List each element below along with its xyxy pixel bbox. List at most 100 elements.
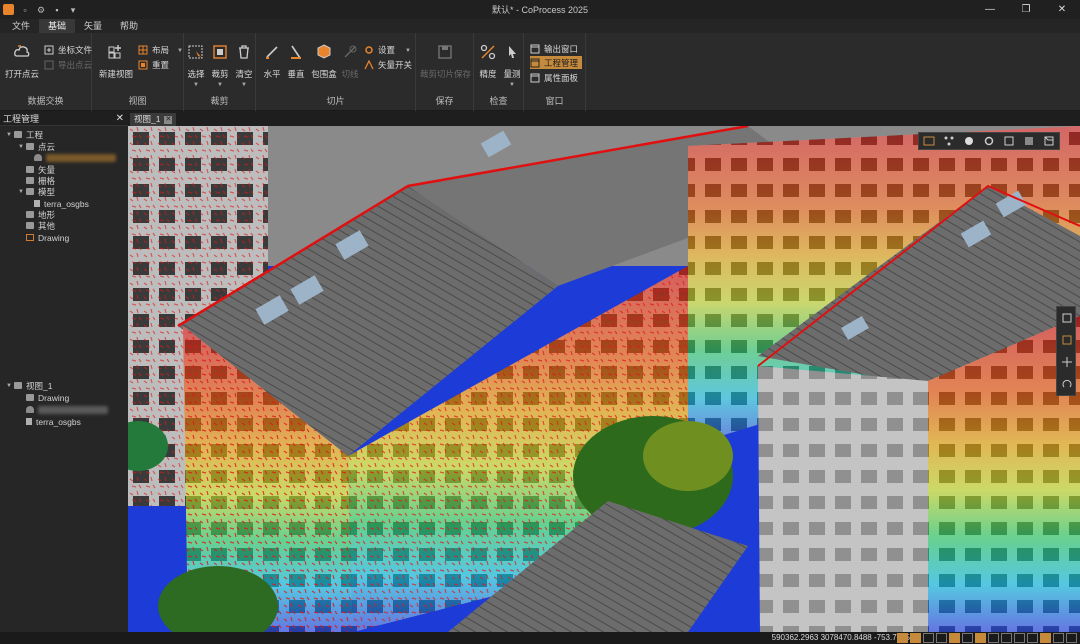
save-slice-button[interactable]: 裁剪切片保存 xyxy=(420,43,472,80)
settings-icon[interactable]: ⚙ xyxy=(36,5,46,15)
tree-item-point-cloud-child[interactable] xyxy=(34,152,116,163)
tree-label: 其他 xyxy=(38,220,56,231)
group-crop: 选择 ▼ 裁剪 ▼ 清空 ▼ 裁剪 xyxy=(184,33,256,111)
panel-icon[interactable] xyxy=(1019,133,1039,149)
menu-file[interactable]: 文件 xyxy=(3,19,39,33)
layout-button[interactable]: 布局 ▼ xyxy=(138,43,183,56)
new-view-button[interactable]: 新建视图 xyxy=(98,43,134,80)
camera-icon[interactable] xyxy=(910,633,921,643)
open-cloud-button[interactable]: 打开点云 xyxy=(4,43,40,80)
group-label-data-exchange: 数据交换 xyxy=(27,96,64,106)
tree-item-terrain[interactable]: 地形 xyxy=(26,209,55,220)
maximize-button[interactable]: ❐ xyxy=(1008,0,1044,19)
menu-basic[interactable]: 基础 xyxy=(39,19,76,33)
tree-item-project[interactable]: ▼ 工程 xyxy=(6,129,43,140)
title-bar: ▫ ⚙ ▪ ▾ 默认* - CoProcess 2025 — ❐ ✕ xyxy=(0,0,1080,19)
group-label-slice: 切片 xyxy=(326,96,345,106)
ruler-icon[interactable] xyxy=(1053,633,1064,643)
export-cloud-label: 导出点云 xyxy=(58,59,93,70)
circle-icon[interactable] xyxy=(1014,633,1025,643)
cursor-icon[interactable] xyxy=(923,633,934,643)
points-icon[interactable] xyxy=(939,133,959,149)
trash-icon xyxy=(239,45,249,59)
expand-icon[interactable]: ▼ xyxy=(6,383,14,389)
box-icon[interactable] xyxy=(949,633,960,643)
tree-item-view-model[interactable]: terra_osgbs xyxy=(26,416,81,427)
drawing-icon xyxy=(26,234,34,241)
coord-file-button[interactable]: 坐标文件 xyxy=(44,43,92,56)
tree-item-view-cloud[interactable] xyxy=(26,404,108,415)
folder-icon xyxy=(26,211,34,218)
tree-item-model-child[interactable]: terra_osgbs xyxy=(34,198,89,209)
cloud-open-icon xyxy=(14,45,30,57)
new-icon[interactable]: ▫ xyxy=(20,5,30,15)
export-cloud-button[interactable]: 导出点云 xyxy=(44,58,92,71)
reset-button[interactable]: 重置 xyxy=(138,58,169,71)
project-manager-button[interactable]: 工程管理 xyxy=(530,56,583,69)
close-x-icon[interactable] xyxy=(988,633,999,643)
save-icon[interactable]: ▪ xyxy=(52,5,62,15)
eye-dome-icon[interactable] xyxy=(919,133,939,149)
tree-item-point-cloud[interactable]: ▼ 点云 xyxy=(18,141,55,152)
menu-vector[interactable]: 矢量 xyxy=(75,19,111,33)
close-tab-icon[interactable]: ✕ xyxy=(164,115,173,124)
layer-icon[interactable] xyxy=(975,633,986,643)
reset-label: 重置 xyxy=(152,59,170,70)
folder-icon xyxy=(26,143,34,150)
settings-dropdown-icon: ▼ xyxy=(405,47,411,54)
snap-icon[interactable] xyxy=(897,633,908,643)
tree-item-other[interactable]: 其他 xyxy=(26,220,55,231)
tree-item-drawing[interactable]: Drawing xyxy=(26,232,69,243)
tree-item-view[interactable]: ▼ 视图_1 xyxy=(6,380,52,391)
output-window-button[interactable]: 输出窗口 xyxy=(530,42,578,55)
menu-icon[interactable] xyxy=(1066,633,1077,643)
reset-icon xyxy=(138,60,148,69)
view-icon xyxy=(14,382,22,389)
close-icon[interactable]: ✕ xyxy=(116,112,124,126)
grid-icon[interactable] xyxy=(962,633,973,643)
view-front-icon[interactable] xyxy=(1057,329,1077,351)
coordinate-readout: 590362.2963 3078470.8488 -753.7015 xyxy=(771,633,910,642)
expand-icon[interactable]: ▼ xyxy=(6,132,14,138)
color-icon[interactable] xyxy=(959,133,979,149)
rotate-icon[interactable] xyxy=(1057,373,1077,395)
eye-icon[interactable] xyxy=(936,633,947,643)
gear-icon xyxy=(365,45,373,54)
close-button[interactable]: ✕ xyxy=(1044,0,1080,19)
minimize-button[interactable]: — xyxy=(972,0,1008,19)
cut-line-button[interactable]: 切线 xyxy=(332,43,368,80)
tab-view-1[interactable]: 视图_1 ✕ xyxy=(130,113,177,126)
filter-icon[interactable] xyxy=(1040,633,1051,643)
tree-item-raster[interactable]: 栅格 xyxy=(26,175,55,186)
tree-item-view-drawing[interactable]: Drawing xyxy=(26,392,69,403)
tab-label: 视图_1 xyxy=(134,114,161,124)
triangle-icon[interactable] xyxy=(1001,633,1012,643)
menu-help[interactable]: 帮助 xyxy=(111,19,147,33)
panel-header: 工程管理 ✕ xyxy=(0,112,128,126)
project-manager-label: 工程管理 xyxy=(544,57,579,68)
bbox-icon xyxy=(317,44,331,59)
settings-button[interactable]: 设置 ▼ xyxy=(364,43,411,56)
gear-icon[interactable] xyxy=(979,133,999,149)
layers-icon[interactable] xyxy=(999,133,1019,149)
save-slice-label: 裁剪切片保存 xyxy=(420,69,472,79)
view-cube-icon[interactable] xyxy=(1057,307,1077,329)
group-label-save: 保存 xyxy=(435,96,454,106)
cube-icon[interactable] xyxy=(1039,133,1059,149)
file-icon xyxy=(34,200,40,207)
expand-icon[interactable]: ▼ xyxy=(18,144,26,150)
tree-item-vector[interactable]: 矢量 xyxy=(26,164,55,175)
project-panel: 工程管理 ✕ ▼ 工程 ▼ 点云 矢量 栅格 ▼ 模型 terra_osgbs 地形 … xyxy=(0,112,128,632)
3d-viewport[interactable] xyxy=(128,126,1080,632)
tree-label: 视图_1 xyxy=(26,380,53,391)
group-save: 裁剪切片保存 保存 xyxy=(416,33,474,111)
expand-icon[interactable]: ▼ xyxy=(18,189,26,195)
property-panel-button[interactable]: 属性面板 xyxy=(530,71,578,84)
vector-switch-button[interactable]: 矢量开关 xyxy=(364,58,412,71)
dropdown-icon[interactable]: ▾ xyxy=(68,5,78,15)
settings-label: 设置 xyxy=(378,44,396,55)
target-icon[interactable] xyxy=(1027,633,1038,643)
fit-icon[interactable] xyxy=(1057,351,1077,373)
tree-item-model[interactable]: ▼ 模型 xyxy=(18,186,55,197)
folder-icon xyxy=(26,394,34,401)
